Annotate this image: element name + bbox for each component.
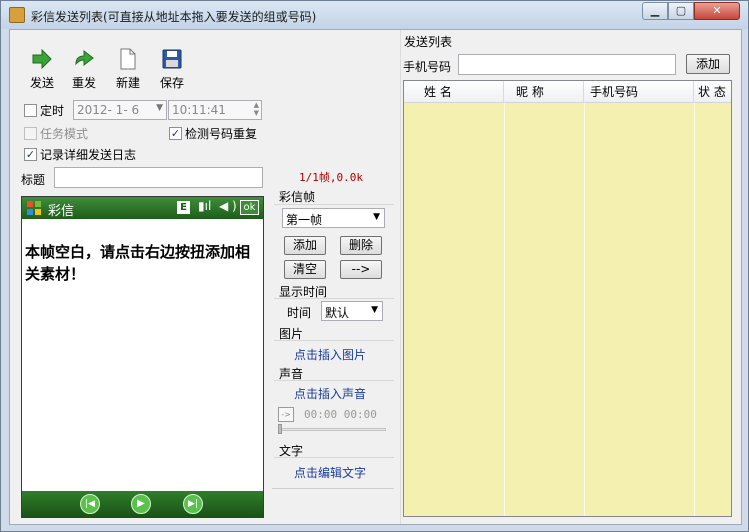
- divider: [274, 380, 394, 381]
- insert-image-link[interactable]: 点击插入图片: [294, 346, 366, 363]
- minimize-button[interactable]: ▁: [642, 2, 668, 20]
- display-time-value: 默认: [325, 306, 350, 320]
- window-title: 彩信发送列表(可直接从地址本拖入要发送的组或号码): [31, 10, 317, 24]
- send-list-label: 发送列表: [404, 35, 453, 49]
- date-value: 2012- 1- 6: [77, 103, 140, 117]
- send-list-table[interactable]: 姓 名 昵 称 手机号码 状 态: [403, 80, 732, 517]
- time-label: 时间: [287, 306, 312, 320]
- task-mode-checkbox-box[interactable]: [24, 127, 37, 140]
- table-header: 姓 名 昵 称 手机号码 状 态: [404, 81, 731, 103]
- detect-duplicate-checkbox[interactable]: ✓ 检测号码重复: [169, 125, 257, 142]
- frame-select[interactable]: 第一帧 ▼: [282, 208, 385, 228]
- task-mode-checkbox[interactable]: 任务模式: [24, 125, 88, 142]
- next-frame-icon[interactable]: ▶|: [183, 494, 203, 514]
- column-line: [504, 103, 505, 516]
- new-button[interactable]: 新建: [108, 48, 148, 91]
- app-window: 彩信发送列表(可直接从地址本拖入要发送的组或号码) ▁ ▢ ✕ 发送 重发 新建: [0, 0, 749, 532]
- spin-arrows-icon[interactable]: ▲ ▼: [254, 101, 259, 117]
- sound-time-display: 00:00 00:00: [304, 408, 377, 421]
- column-header-status[interactable]: 状 态: [694, 81, 731, 103]
- phone-app-name: 彩信: [48, 204, 75, 219]
- frame-info: 1/1帧,0.0k: [299, 171, 363, 184]
- dropdown-arrow-icon: ▼: [373, 212, 380, 222]
- insert-sound-link[interactable]: 点击插入声音: [294, 385, 366, 402]
- resend-button[interactable]: 重发: [64, 48, 104, 91]
- next-frame-button[interactable]: -->: [340, 260, 382, 279]
- title-input[interactable]: [54, 167, 263, 188]
- edge-signal-icon: E: [177, 201, 190, 214]
- phone-status-bar: 彩信 E ▮ıl ◀ ) ok: [22, 197, 263, 219]
- timer-checkbox[interactable]: 定时: [24, 102, 64, 119]
- close-button[interactable]: ✕: [694, 2, 740, 20]
- windows-flag-icon: [26, 200, 42, 216]
- display-time-select[interactable]: 默认 ▼: [321, 301, 383, 321]
- task-mode-label: 任务模式: [40, 127, 89, 141]
- column-header-name[interactable]: 姓 名: [404, 81, 504, 103]
- sound-progress-thumb[interactable]: [278, 424, 282, 434]
- frame-section-label: 彩信帧: [279, 190, 316, 204]
- add-frame-button[interactable]: 添加: [284, 236, 326, 255]
- title-bar: 彩信发送列表(可直接从地址本拖入要发送的组或号码) ▁ ▢ ✕: [1, 1, 748, 29]
- date-picker[interactable]: 2012- 1- 6 ▼: [73, 100, 167, 120]
- dropdown-arrow-icon: ▼: [371, 305, 378, 315]
- volume-icon: ◀ ): [219, 199, 237, 213]
- detailed-log-checkbox[interactable]: ✓ 记录详细发送日志: [24, 146, 136, 163]
- divider: [272, 488, 394, 489]
- clear-frame-button[interactable]: 清空: [284, 260, 326, 279]
- delete-frame-button[interactable]: 删除: [340, 236, 382, 255]
- column-header-phone[interactable]: 手机号码: [584, 81, 694, 103]
- column-line: [584, 103, 585, 516]
- send-button[interactable]: 发送: [22, 48, 62, 91]
- detailed-log-label: 记录详细发送日志: [40, 148, 137, 162]
- add-recipient-button[interactable]: 添加: [686, 54, 730, 74]
- detect-duplicate-checkbox-box[interactable]: ✓: [169, 127, 182, 140]
- new-document-icon: [116, 48, 140, 70]
- phone-preview: 彩信 E ▮ıl ◀ ) ok 本帧空白，请点击右边按扭添加相关素材！ |◀ ▶…: [21, 196, 264, 518]
- send-arrow-icon: [30, 48, 54, 70]
- divider: [274, 457, 394, 458]
- new-label: 新建: [115, 76, 140, 90]
- column-header-nickname[interactable]: 昵 称: [504, 81, 584, 103]
- timer-label: 定时: [40, 104, 65, 118]
- divider: [274, 340, 394, 341]
- resend-label: 重发: [71, 76, 96, 90]
- edit-text-link[interactable]: 点击编辑文字: [294, 464, 366, 481]
- title-label: 标题: [21, 173, 46, 187]
- frame-select-value: 第一帧: [286, 213, 323, 227]
- maximize-button[interactable]: ▢: [668, 2, 694, 20]
- ok-button[interactable]: ok: [240, 200, 259, 215]
- panel-divider: [400, 30, 401, 524]
- phone-number-input[interactable]: [458, 54, 676, 75]
- detect-duplicate-label: 检测号码重复: [185, 127, 258, 141]
- floppy-disk-icon: [160, 48, 184, 70]
- detailed-log-checkbox-box[interactable]: ✓: [24, 148, 37, 161]
- phone-number-label: 手机号码: [403, 60, 452, 74]
- divider: [274, 204, 394, 205]
- time-picker[interactable]: 10:11:41 ▲ ▼: [168, 100, 262, 120]
- timer-checkbox-box[interactable]: [24, 104, 37, 117]
- resend-arrow-icon: [72, 48, 96, 70]
- column-line: [694, 103, 695, 516]
- sound-play-button[interactable]: ->: [278, 407, 294, 422]
- client-area: 发送 重发 新建 保存 定时 2012- 1- 6 ▼ 10:11:41 ▲ ▼…: [9, 29, 742, 525]
- previous-frame-icon[interactable]: |◀: [80, 494, 100, 514]
- dropdown-arrow-icon: ▼: [156, 103, 163, 113]
- phone-controls: |◀ ▶ ▶|: [22, 491, 263, 517]
- play-icon[interactable]: ▶: [131, 494, 151, 514]
- send-label: 发送: [29, 76, 54, 90]
- sound-progress-track[interactable]: [278, 428, 386, 431]
- divider: [274, 298, 394, 299]
- app-icon: [9, 7, 25, 23]
- save-button[interactable]: 保存: [152, 48, 192, 91]
- phone-empty-message: 本帧空白，请点击右边按扭添加相关素材！: [25, 243, 251, 283]
- signal-strength-icon: ▮ıl: [198, 199, 212, 213]
- time-value: 10:11:41: [172, 103, 226, 117]
- save-label: 保存: [159, 76, 184, 90]
